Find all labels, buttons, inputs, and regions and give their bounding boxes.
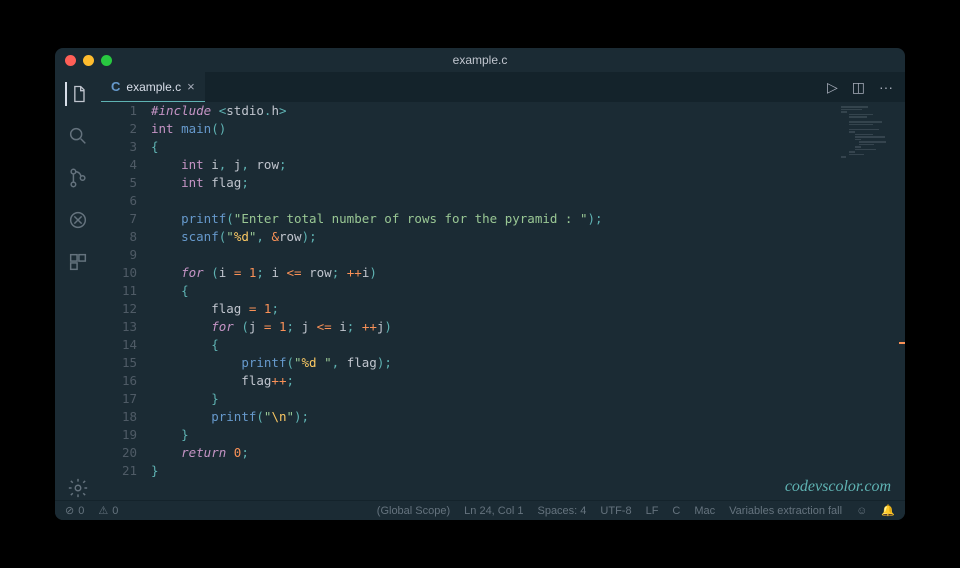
status-eol[interactable]: LF: [646, 505, 659, 517]
line-number: 20: [101, 444, 137, 462]
status-encoding[interactable]: UTF-8: [600, 505, 631, 517]
code-line[interactable]: #include <stdio.h>: [151, 102, 905, 120]
line-number: 18: [101, 408, 137, 426]
status-errors[interactable]: ⊘ 0: [65, 504, 84, 517]
settings-gear-icon[interactable]: [66, 476, 90, 500]
line-number: 13: [101, 318, 137, 336]
status-bar: ⊘ 0 ⚠ 0 (Global Scope) Ln 24, Col 1 Spac…: [55, 500, 905, 520]
status-task[interactable]: Variables extraction fall: [729, 505, 842, 517]
status-language[interactable]: C: [672, 505, 680, 517]
code-line[interactable]: {: [151, 282, 905, 300]
tab-actions: ▷ ◫ ···: [827, 72, 905, 102]
code-area[interactable]: #include <stdio.h>int main(){ int i, j, …: [151, 102, 905, 500]
errors-icon: ⊘: [65, 504, 74, 517]
search-icon[interactable]: [66, 124, 90, 148]
watermark: codevscolor.com: [785, 478, 891, 496]
errors-count: 0: [78, 505, 84, 517]
run-icon[interactable]: ▷: [827, 79, 838, 96]
window-title: example.c: [55, 53, 905, 67]
editor-main: C example.c × ▷ ◫ ··· 123456789101112131…: [101, 72, 905, 500]
code-line[interactable]: int main(): [151, 120, 905, 138]
line-number: 10: [101, 264, 137, 282]
more-actions-icon[interactable]: ···: [879, 79, 893, 95]
code-line[interactable]: printf("Enter total number of rows for t…: [151, 210, 905, 228]
activity-bar: [55, 72, 101, 500]
status-position[interactable]: Ln 24, Col 1: [464, 505, 523, 517]
code-line[interactable]: for (j = 1; j <= i; ++j): [151, 318, 905, 336]
scrollbar-warning-marker[interactable]: [899, 342, 905, 344]
line-number: 11: [101, 282, 137, 300]
line-number: 6: [101, 192, 137, 210]
line-number: 14: [101, 336, 137, 354]
code-line[interactable]: {: [151, 138, 905, 156]
line-number: 7: [101, 210, 137, 228]
warnings-count: 0: [112, 505, 118, 517]
line-number: 3: [101, 138, 137, 156]
zoom-window-button[interactable]: [101, 55, 112, 66]
code-line[interactable]: printf("%d ", flag);: [151, 354, 905, 372]
tab-close-icon[interactable]: ×: [187, 79, 195, 94]
code-line[interactable]: int flag;: [151, 174, 905, 192]
code-line[interactable]: return 0;: [151, 444, 905, 462]
code-line[interactable]: for (i = 1; i <= row; ++i): [151, 264, 905, 282]
code-line[interactable]: }: [151, 426, 905, 444]
code-line[interactable]: [151, 192, 905, 210]
code-line[interactable]: printf("\n");: [151, 408, 905, 426]
status-feedback-icon[interactable]: ☺: [856, 505, 867, 517]
window-body: C example.c × ▷ ◫ ··· 123456789101112131…: [55, 72, 905, 500]
line-number: 4: [101, 156, 137, 174]
code-editor[interactable]: 123456789101112131415161718192021 #inclu…: [101, 102, 905, 500]
tab-filename: example.c: [126, 80, 181, 94]
line-number: 5: [101, 174, 137, 192]
close-window-button[interactable]: [65, 55, 76, 66]
line-number: 16: [101, 372, 137, 390]
c-language-icon: C: [111, 79, 120, 94]
code-line[interactable]: }: [151, 390, 905, 408]
split-editor-icon[interactable]: ◫: [852, 79, 865, 96]
extensions-icon[interactable]: [66, 250, 90, 274]
line-number: 12: [101, 300, 137, 318]
tab-bar: C example.c × ▷ ◫ ···: [101, 72, 905, 102]
tab-example-c[interactable]: C example.c ×: [101, 72, 205, 102]
line-number: 21: [101, 462, 137, 480]
status-scope[interactable]: (Global Scope): [377, 505, 450, 517]
code-line[interactable]: [151, 246, 905, 264]
editor-window: example.c: [55, 48, 905, 520]
line-number: 1: [101, 102, 137, 120]
code-line[interactable]: {: [151, 336, 905, 354]
explorer-icon[interactable]: [65, 82, 89, 106]
debug-icon[interactable]: [66, 208, 90, 232]
status-warnings[interactable]: ⚠ 0: [98, 504, 118, 517]
source-control-icon[interactable]: [66, 166, 90, 190]
line-number: 19: [101, 426, 137, 444]
code-line[interactable]: flag = 1;: [151, 300, 905, 318]
line-number: 8: [101, 228, 137, 246]
line-number: 15: [101, 354, 137, 372]
code-line[interactable]: scanf("%d", &row);: [151, 228, 905, 246]
titlebar[interactable]: example.c: [55, 48, 905, 72]
code-line[interactable]: flag++;: [151, 372, 905, 390]
traffic-lights: [65, 55, 112, 66]
line-number: 17: [101, 390, 137, 408]
line-number: 9: [101, 246, 137, 264]
status-bell-icon[interactable]: 🔔: [881, 504, 895, 517]
warnings-icon: ⚠: [98, 504, 108, 517]
status-os[interactable]: Mac: [694, 505, 715, 517]
minimap[interactable]: [841, 106, 901, 176]
line-number: 2: [101, 120, 137, 138]
code-line[interactable]: int i, j, row;: [151, 156, 905, 174]
minimize-window-button[interactable]: [83, 55, 94, 66]
line-number-gutter: 123456789101112131415161718192021: [101, 102, 151, 500]
status-spaces[interactable]: Spaces: 4: [537, 505, 586, 517]
